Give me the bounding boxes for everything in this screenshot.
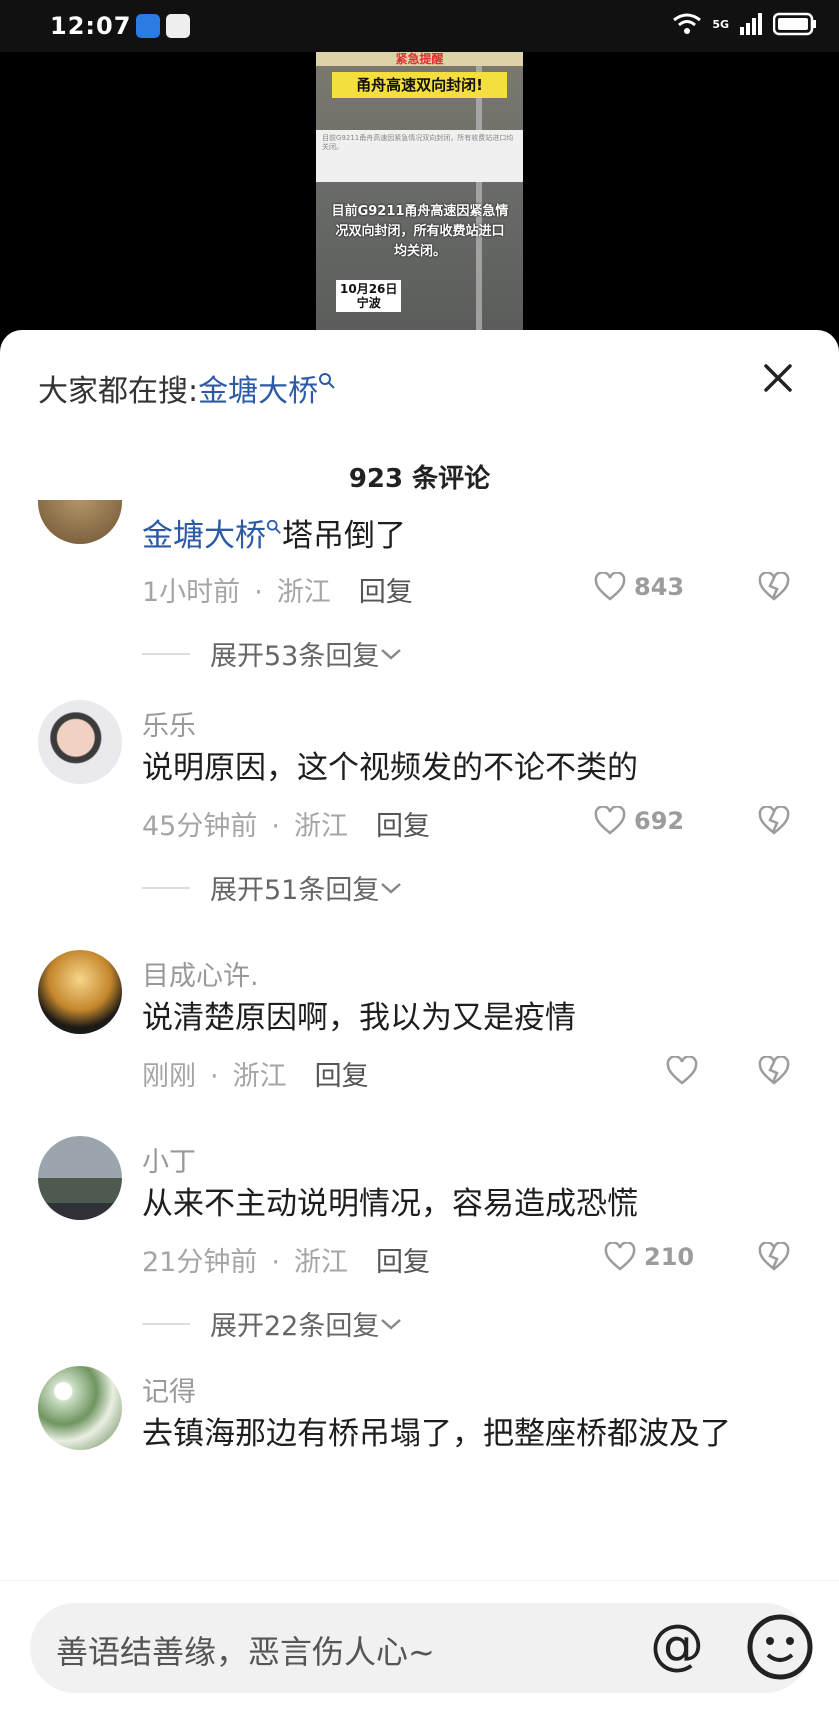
comment-time: 1小时前 [142,577,241,608]
video-card: 目前G9211甬舟高速因紧急情况双向封闭，所有收费站进口均关闭。 [316,130,523,182]
comment-input[interactable]: 善语结善缘，恶言伤人心~ @ [30,1603,813,1693]
comment-text: 说清楚原因啊，我以为又是疫情 [142,1000,576,1036]
status-time: 12:07 [50,12,132,40]
search-prefix: 大家都在搜: [38,374,199,409]
wifi-icon [673,13,702,34]
chevron-down-icon [381,882,402,894]
video-location: 宁波 [356,296,381,310]
network-label: 5G [712,17,729,31]
like-button[interactable]: 692 [594,806,684,836]
search-keyword-link[interactable]: 金塘大桥 [198,374,318,409]
video-banner-top: 紧急提醒 [316,52,523,66]
heart-icon [604,1242,636,1271]
comment-region: 浙江 [293,811,348,842]
video-thumbnail[interactable]: 紧急提醒 甬舟高速双向封闭! 目前G9211甬舟高速因紧急情况双向封闭，所有收费… [316,52,523,332]
comment-username[interactable]: 小丁 [142,1140,196,1179]
comment-time: 刚刚 [142,1061,196,1092]
like-button[interactable] [666,1056,698,1086]
app-notification-icon [166,14,190,38]
heart-icon [594,572,626,601]
video-date: 10月26日 [340,282,398,296]
heart-icon [666,1056,698,1085]
video-player[interactable]: 紧急提醒 甬舟高速双向封闭! 目前G9211甬舟高速因紧急情况双向封闭，所有收费… [0,52,839,332]
expand-replies-button[interactable]: 展开22条回复 [142,1304,403,1343]
video-banner-title: 甬舟高速双向封闭! [332,72,507,98]
comment-input-placeholder: 善语结善缘，恶言伤人心~ [56,1633,435,1671]
comment-text: 说明原因，这个视频发的不论不类的 [142,750,638,786]
comment-username[interactable]: 目成心许. [142,954,259,993]
comment-text: 去镇海那边有桥吊塌了，把整座桥都波及了 [142,1416,731,1452]
avatar[interactable] [38,1136,122,1220]
like-button[interactable]: 843 [594,572,684,602]
avatar[interactable] [38,500,122,544]
mention-icon[interactable]: @ [650,1613,704,1676]
status-bar: 12:07 5G [0,0,839,52]
like-count: 210 [644,1243,695,1271]
avatar[interactable] [38,950,122,1034]
comment-text: 从来不主动说明情况，容易造成恐慌 [142,1186,638,1222]
expand-label: 展开51条回复 [210,875,380,906]
comment-region: 浙江 [232,1061,287,1092]
reply-button[interactable]: 回复 [359,577,413,608]
search-icon [266,519,281,534]
broken-heart-icon[interactable] [758,806,790,836]
reply-button[interactable]: 回复 [376,811,430,842]
video-message: 目前G9211甬舟高速因紧急情况双向封闭，所有收费站进口均关闭。 [331,204,509,259]
comment-list[interactable]: 金塘大桥 塔吊倒了 1小时前 · 浙江 回复 843 展开53条回复 乐乐 说明原因，这… [0,500,839,1550]
reply-button[interactable]: 回复 [315,1061,369,1092]
like-count: 843 [634,573,685,601]
close-icon[interactable] [760,360,796,396]
battery-icon [773,12,816,36]
like-count: 692 [634,807,685,835]
comment-input-bar: 善语结善缘，恶言伤人心~ @ [0,1580,839,1714]
search-suggestion[interactable]: 大家都在搜:金塘大桥 [38,366,336,410]
avatar[interactable] [38,700,122,784]
like-button[interactable]: 210 [604,1242,694,1272]
comment-username[interactable]: 乐乐 [142,704,196,743]
expand-label: 展开22条回复 [210,1311,380,1342]
search-icon [319,373,335,389]
comment-username[interactable]: 记得 [142,1370,196,1409]
comment-text: 塔吊倒了 [282,518,406,554]
chevron-down-icon [381,648,402,660]
comment-time: 45分钟前 [142,811,258,842]
expand-replies-button[interactable]: 展开53条回复 [142,634,403,673]
comment-count: 923 条评论 [348,464,491,494]
heart-icon [594,806,626,835]
expand-label: 展开53条回复 [210,641,380,672]
comment-time: 21分钟前 [142,1247,258,1278]
emoji-icon[interactable] [746,1613,814,1681]
broken-heart-icon[interactable] [758,572,790,602]
expand-replies-button[interactable]: 展开51条回复 [142,868,403,907]
avatar[interactable] [38,1366,122,1450]
broken-heart-icon[interactable] [758,1056,790,1086]
video-date-tag: 10月26日 宁波 [336,280,402,312]
chevron-down-icon [381,1318,402,1330]
comment-region: 浙江 [293,1247,348,1278]
comment-sheet: 大家都在搜:金塘大桥 923 条评论 金塘大桥 塔吊倒了 1小时前 · 浙江 回复 84… [0,330,839,1714]
reply-button[interactable]: 回复 [376,1247,430,1278]
broken-heart-icon[interactable] [758,1242,790,1272]
shield-icon [136,14,160,38]
comment-keyword-link[interactable]: 金塘大桥 [142,518,266,554]
signal-icon [740,13,762,35]
comment-region: 浙江 [276,577,331,608]
